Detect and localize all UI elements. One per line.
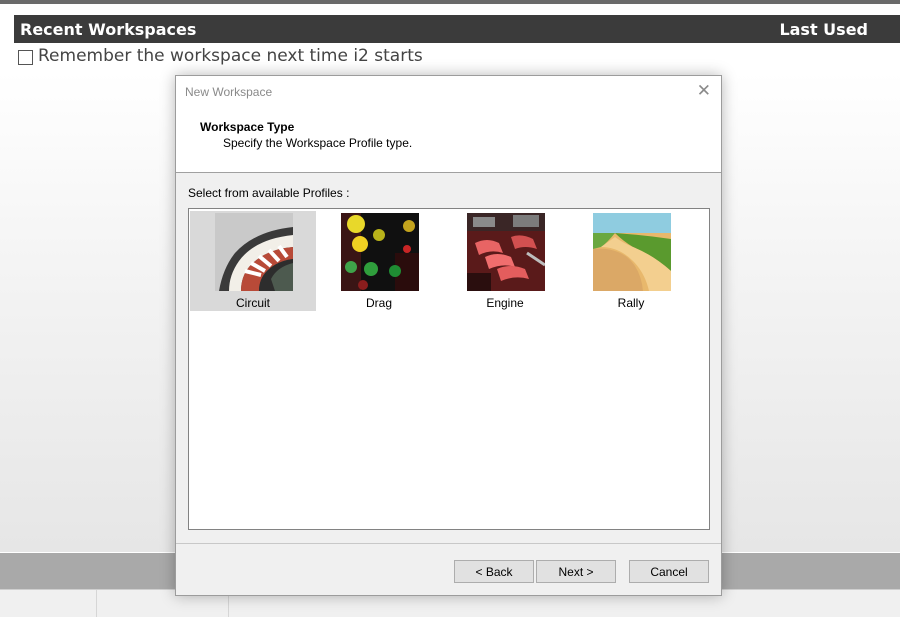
remember-label: Remember the workspace next time i2 star… [38, 46, 423, 66]
wizard-header: Workspace Type Specify the Workspace Pro… [176, 109, 721, 173]
drag-lights-image [341, 213, 419, 291]
rally-road-image [593, 213, 671, 291]
profile-label: Engine [486, 296, 524, 310]
footer-divider [176, 543, 721, 544]
wizard-heading: Workspace Type [200, 120, 295, 134]
profile-engine[interactable]: Engine [442, 211, 568, 311]
profile-label: Rally [617, 296, 645, 310]
remember-checkbox[interactable] [18, 49, 33, 65]
circuit-track-image [215, 213, 293, 291]
profile-circuit[interactable]: Circuit [190, 211, 316, 311]
last-used-column-header[interactable]: Last Used [779, 20, 868, 39]
dialog-title: New Workspace [185, 85, 273, 99]
strip-divider [96, 590, 97, 617]
profile-rally[interactable]: Rally [568, 211, 694, 311]
wizard-subheading: Specify the Workspace Profile type. [223, 136, 413, 150]
recent-workspaces-header: Recent Workspaces Last Used [14, 15, 900, 43]
profiles-label: Select from available Profiles : [188, 186, 350, 200]
remember-workspace-option[interactable]: Remember the workspace next time i2 star… [18, 45, 423, 67]
dialog-titlebar: New Workspace ✕ [176, 76, 721, 109]
new-workspace-dialog: New Workspace ✕ Workspace Type Specify t… [175, 75, 722, 596]
close-icon[interactable]: ✕ [697, 81, 711, 101]
engine-image [467, 213, 545, 291]
profile-drag[interactable]: Drag [316, 211, 442, 311]
cancel-button[interactable]: Cancel [629, 560, 709, 583]
recent-workspaces-title: Recent Workspaces [20, 19, 197, 39]
profile-label: Circuit [235, 296, 270, 310]
back-button[interactable]: < Back [454, 560, 534, 583]
top-border [0, 0, 900, 4]
next-button[interactable]: Next > [536, 560, 616, 583]
profiles-list: Circuit Drag Engine Rally [188, 208, 710, 530]
profile-label: Drag [365, 296, 392, 310]
